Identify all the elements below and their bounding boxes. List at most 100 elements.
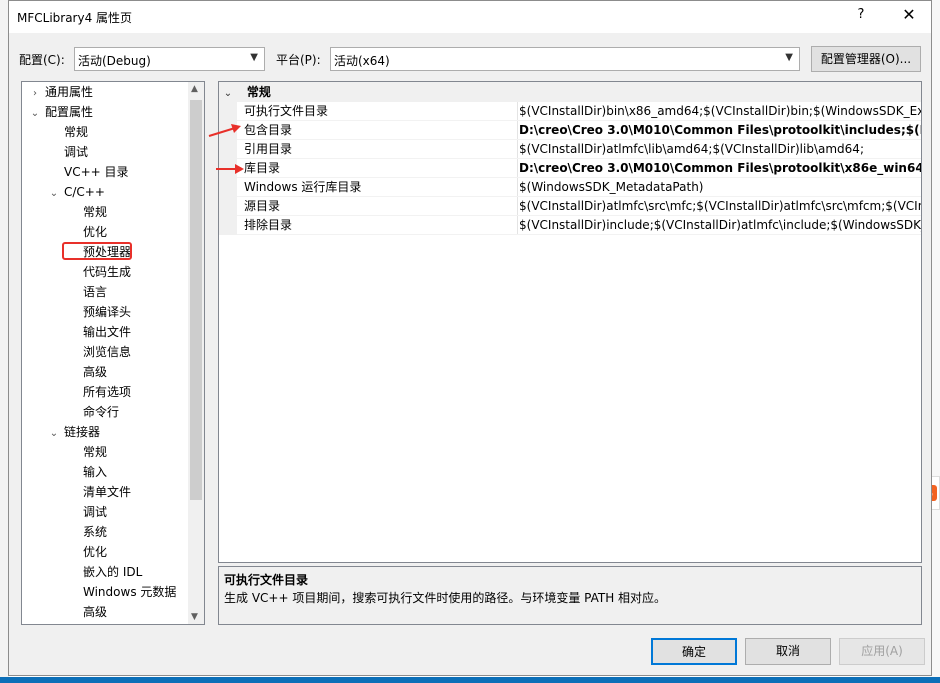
chevron-down-icon[interactable]: ⌄ [47, 424, 61, 444]
chevron-right-icon[interactable]: › [28, 84, 42, 104]
chevron-down-icon[interactable]: ⌄ [47, 184, 61, 204]
tree-scrollbar[interactable]: ▲ ▼ [188, 82, 204, 624]
ok-button[interactable]: 确定 [651, 638, 737, 665]
property-name: 库目录 [244, 161, 281, 175]
property-row[interactable]: 排除目录 $(VCInstallDir)include;$(VCInstallDi… [219, 216, 921, 235]
property-row[interactable]: 源目录 $(VCInstallDir)atlmfc\src\mfc;$(VCIns… [219, 197, 921, 216]
row-gutter [219, 197, 237, 216]
tree-item[interactable]: 嵌入的 IDL [66, 562, 142, 582]
chevron-down-icon: ⌄ [223, 88, 233, 99]
tree-item-label: Windows 元数据 [83, 585, 177, 599]
cancel-button[interactable]: 取消 [745, 638, 831, 665]
tree-item[interactable]: 代码生成 [66, 262, 131, 282]
tree-item[interactable]: 优化 [66, 542, 107, 562]
tree-item[interactable]: ⌄ C/C++ [47, 182, 105, 202]
property-tree: › 通用属性 ⌄ 配置属性 常规 调试 VC++ 目录 ⌄ C/C++ 常规 优化 预处理器 代码生成语… [21, 81, 205, 625]
tree-item-label: 输入 [83, 465, 108, 479]
tree-item-label: 高级 [83, 365, 108, 379]
apply-button[interactable]: 应用(A) [839, 638, 925, 665]
tree-item[interactable]: 调试 [66, 502, 107, 522]
annotation-arrow-icon [216, 164, 244, 174]
tree-item[interactable]: 高级 [66, 602, 107, 622]
tree-item[interactable]: 优化 [66, 222, 107, 242]
property-value[interactable]: D:\creo\Creo 3.0\M010\Common Files\proto… [517, 159, 921, 178]
chevron-down-icon: ▼ [250, 52, 258, 63]
tree-item-label: VC++ 目录 [64, 165, 129, 179]
config-manager-button[interactable]: 配置管理器(O)... [811, 46, 921, 72]
tree-item[interactable]: 高级 [66, 362, 107, 382]
tree-item-label: 常规 [83, 205, 108, 219]
property-value[interactable]: $(VCInstallDir)include;$(VCInstallDir)at… [517, 216, 921, 235]
taskbar-edge [0, 677, 940, 683]
property-grid: ⌄ 常规 可执行文件目录 $(VCInstallDir)bin\x86_amd64… [218, 81, 922, 563]
row-gutter [219, 102, 237, 121]
tree-item-label: 常规 [83, 445, 108, 459]
scroll-up-icon[interactable]: ▲ [191, 84, 198, 94]
row-gutter [219, 216, 237, 235]
close-button[interactable]: ✕ [897, 5, 921, 27]
property-value[interactable]: $(VCInstallDir)bin\x86_amd64;$(VCInstall… [517, 102, 921, 121]
tree-item-label: C/C++ [64, 185, 105, 199]
tree-item-label: 优化 [83, 225, 108, 239]
scroll-thumb[interactable] [190, 100, 202, 500]
tree-item[interactable]: 系统 [66, 522, 107, 542]
tree-item-label: 所有选项 [83, 385, 132, 399]
window-title: MFCLibrary4 属性页 [17, 11, 133, 25]
tree-item[interactable]: 常规 [66, 442, 107, 462]
config-label: 配置(C): [19, 53, 65, 67]
tree-item[interactable]: 命令行 [66, 402, 119, 422]
description-text: 生成 VC++ 项目期间，搜索可执行文件时使用的路径。与环境变量 PATH 相对… [224, 591, 667, 605]
scroll-down-icon[interactable]: ▼ [191, 612, 198, 622]
help-button[interactable]: ? [851, 7, 871, 27]
tree-item[interactable]: 常规 [66, 202, 107, 222]
row-gutter [219, 178, 237, 197]
tree-item-label: 命令行 [83, 405, 120, 419]
property-row[interactable]: Windows 运行库目录 $(WindowsSDK_MetadataPath) [219, 178, 921, 197]
property-row[interactable]: 可执行文件目录 $(VCInstallDir)bin\x86_amd64;$(VC… [219, 102, 921, 121]
tree-item[interactable]: 所有选项 [66, 382, 131, 402]
row-divider [237, 234, 921, 235]
grid-category-label: 常规 [246, 85, 271, 99]
property-value[interactable]: $(WindowsSDK_MetadataPath) [517, 178, 921, 197]
tree-item[interactable]: 浏览信息 [66, 342, 131, 362]
tree-item-label: 预编译头 [83, 305, 132, 319]
config-combo[interactable]: 活动(Debug) ▼ [74, 47, 265, 71]
tree-item[interactable]: VC++ 目录 [47, 162, 129, 182]
tree-item-label: 清单文件 [83, 485, 132, 499]
tree-item-label: 浏览信息 [83, 345, 132, 359]
tree-item[interactable]: 清单文件 [66, 482, 131, 502]
tree-item[interactable]: › 通用属性 [28, 82, 93, 102]
property-value[interactable]: $(VCInstallDir)atlmfc\lib\amd64;$(VCInst… [517, 140, 921, 159]
tree-item[interactable]: Windows 元数据 [66, 582, 176, 602]
tree-item-label: 代码生成 [83, 265, 132, 279]
tree-item[interactable]: 语言 [66, 282, 107, 302]
property-row[interactable]: 包含目录 D:\creo\Creo 3.0\M010\Common Files\p… [219, 121, 921, 140]
property-row[interactable]: 引用目录 $(VCInstallDir)atlmfc\lib\amd64;$(VC… [219, 140, 921, 159]
property-name: 可执行文件目录 [244, 104, 329, 118]
tree-item[interactable]: 输入 [66, 462, 107, 482]
property-name: 排除目录 [244, 218, 293, 232]
tree-item[interactable]: ⌄ 链接器 [47, 422, 100, 442]
property-value[interactable]: D:\creo\Creo 3.0\M010\Common Files\proto… [517, 121, 921, 140]
tree-item[interactable]: 常规 [47, 122, 88, 142]
annotation-highlight-box [62, 242, 132, 260]
tree-item-label: 链接器 [64, 425, 101, 439]
property-row[interactable]: 库目录 D:\creo\Creo 3.0\M010\Common Files\pr… [219, 159, 921, 178]
property-value[interactable]: $(VCInstallDir)atlmfc\src\mfc;$(VCInstal… [517, 197, 921, 216]
tree-item-label: 常规 [64, 125, 89, 139]
property-name: Windows 运行库目录 [244, 180, 362, 194]
tree-item-label: 通用属性 [45, 85, 94, 99]
tree-item[interactable]: 输出文件 [66, 322, 131, 342]
tree-item-label: 调试 [64, 145, 89, 159]
tree-item-label: 配置属性 [45, 105, 94, 119]
tree-item-label: 优化 [83, 545, 108, 559]
grid-category[interactable]: ⌄ 常规 [219, 82, 921, 102]
platform-combo[interactable]: 活动(x64) ▼ [330, 47, 800, 71]
chevron-down-icon[interactable]: ⌄ [28, 104, 42, 124]
tree-item[interactable]: ⌄ 配置属性 [28, 102, 93, 122]
tree-item[interactable]: 调试 [47, 142, 88, 162]
tree-item[interactable]: 预编译头 [66, 302, 131, 322]
title-bar: MFCLibrary4 属性页 ? ✕ [9, 1, 931, 33]
tree-item-label: 调试 [83, 505, 108, 519]
property-name: 引用目录 [244, 142, 293, 156]
